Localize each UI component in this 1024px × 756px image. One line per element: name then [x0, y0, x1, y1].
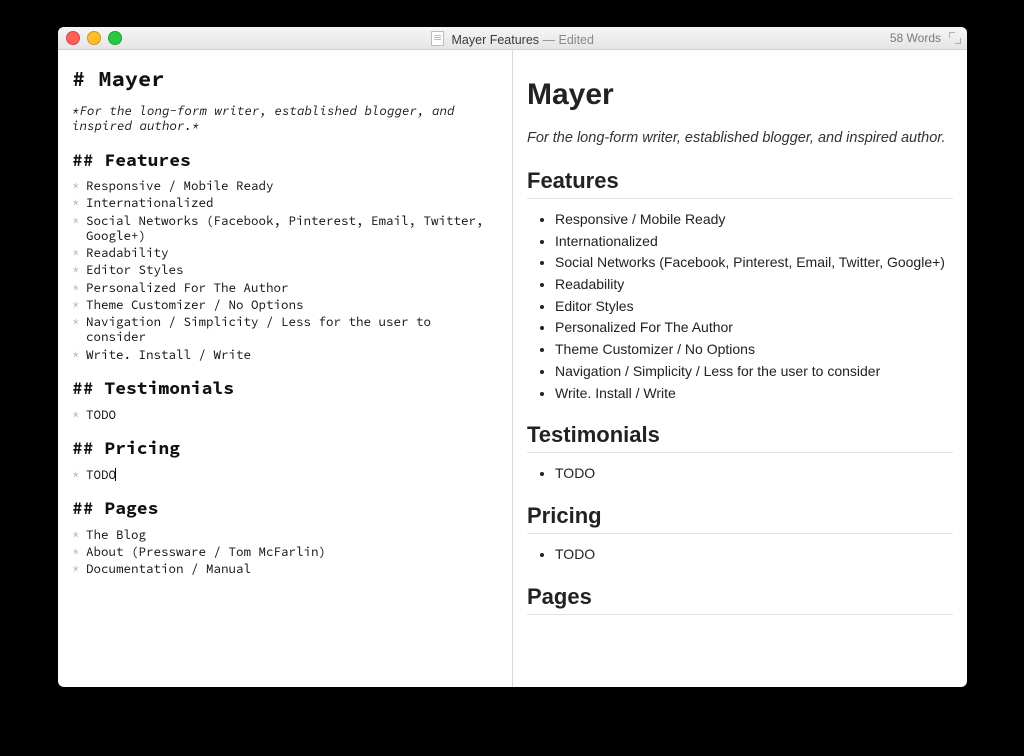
preview-list-features: Responsive / Mobile Ready Internationali…	[527, 209, 953, 404]
src-h2-testimonials: ## Testimonials	[72, 377, 498, 400]
zoom-button[interactable]	[108, 31, 122, 45]
minimize-button[interactable]	[87, 31, 101, 45]
src-list-item: Editor Styles	[72, 263, 498, 279]
preview-list-item: Readability	[555, 274, 953, 296]
src-list-item: Navigation / Simplicity / Less for the u…	[72, 315, 498, 346]
preview-h1: Mayer	[527, 78, 953, 112]
preview-list-item: Responsive / Mobile Ready	[555, 209, 953, 231]
edited-status: — Edited	[543, 33, 594, 47]
src-list-features: Responsive / Mobile Ready Internationali…	[72, 179, 498, 363]
src-h1: # Mayer	[72, 66, 498, 94]
app-window: Mayer Features — Edited 58 Words # Mayer…	[58, 27, 967, 687]
src-list-item: Internationalized	[72, 196, 498, 212]
source-pane[interactable]: # Mayer *For the long-form writer, estab…	[58, 50, 513, 687]
preview-list-item: Write. Install / Write	[555, 383, 953, 405]
src-list-item: TODO	[72, 468, 498, 484]
src-list-item: Personalized For The Author	[72, 281, 498, 297]
preview-list-testimonials: TODO	[527, 463, 953, 485]
preview-tagline: For the long-form writer, established bl…	[527, 130, 953, 146]
text-cursor	[115, 468, 116, 481]
src-list-item: TODO	[72, 408, 498, 424]
src-h2-pricing: ## Pricing	[72, 437, 498, 460]
preview-list-item: TODO	[555, 463, 953, 485]
src-list-item: Documentation / Manual	[72, 562, 498, 578]
src-h2-features: ## Features	[72, 149, 498, 172]
src-list-item: Write. Install / Write	[72, 348, 498, 364]
preview-list-item: Theme Customizer / No Options	[555, 339, 953, 361]
src-list-item: Social Networks (Facebook, Pinterest, Em…	[72, 214, 498, 245]
src-tagline: *For the long-form writer, established b…	[72, 104, 498, 135]
src-list-item: Readability	[72, 246, 498, 262]
src-list-item: Theme Customizer / No Options	[72, 298, 498, 314]
src-list-item: About (Pressware / Tom McFarlin)	[72, 545, 498, 561]
preview-pane[interactable]: Mayer For the long-form writer, establis…	[513, 50, 967, 687]
preview-h2-pricing: Pricing	[527, 503, 953, 534]
window-title: Mayer Features — Edited	[58, 29, 967, 47]
document-icon	[431, 31, 444, 46]
preview-list-item: Social Networks (Facebook, Pinterest, Em…	[555, 252, 953, 274]
preview-h2-pages: Pages	[527, 584, 953, 615]
word-count: 58 Words	[890, 31, 949, 45]
titlebar[interactable]: Mayer Features — Edited 58 Words	[58, 27, 967, 50]
preview-list-item: Editor Styles	[555, 296, 953, 318]
traffic-lights	[58, 31, 122, 45]
src-list-item: Responsive / Mobile Ready	[72, 179, 498, 195]
preview-list-item: Navigation / Simplicity / Less for the u…	[555, 361, 953, 383]
preview-h2-features: Features	[527, 168, 953, 199]
preview-list-item: TODO	[555, 544, 953, 566]
preview-list-item: Personalized For The Author	[555, 317, 953, 339]
preview-list-item: Internationalized	[555, 231, 953, 253]
fullscreen-icon[interactable]	[949, 32, 961, 44]
editor-body: # Mayer *For the long-form writer, estab…	[58, 50, 967, 687]
src-h2-pages: ## Pages	[72, 497, 498, 520]
src-list-item: The Blog	[72, 528, 498, 544]
filename: Mayer Features	[452, 33, 540, 47]
close-button[interactable]	[66, 31, 80, 45]
preview-h2-testimonials: Testimonials	[527, 422, 953, 453]
preview-list-pricing: TODO	[527, 544, 953, 566]
